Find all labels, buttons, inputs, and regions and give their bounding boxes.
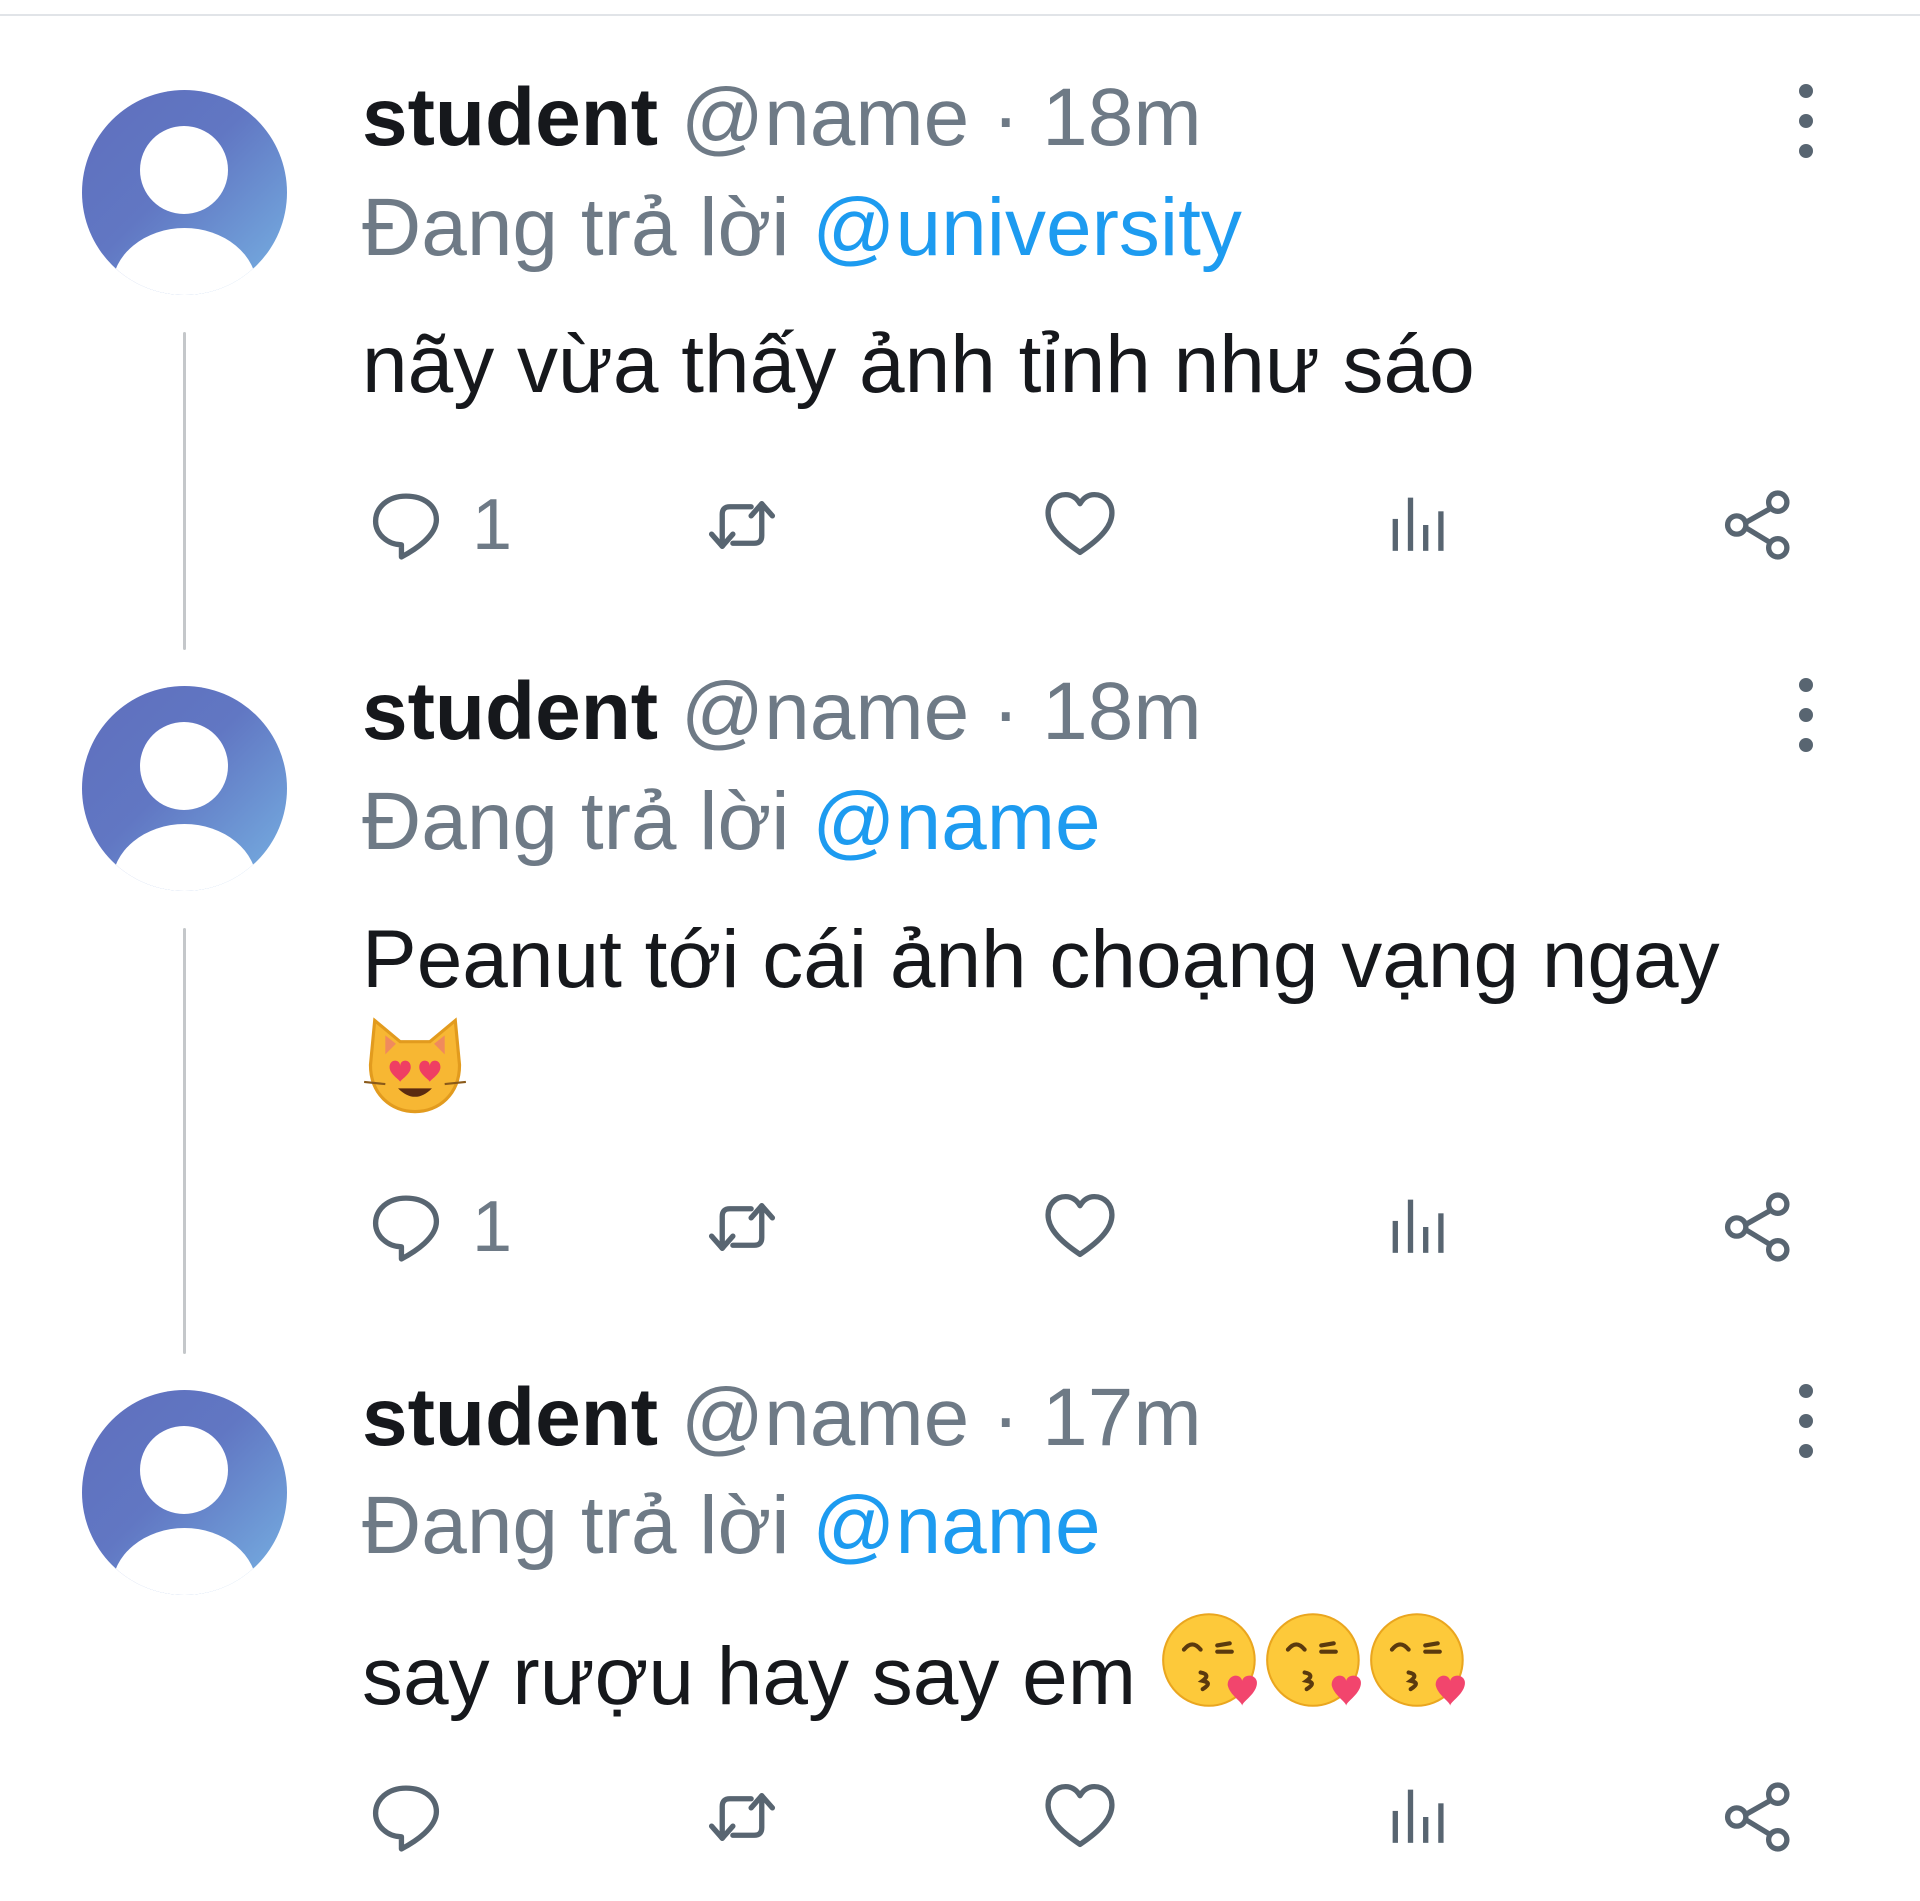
timestamp[interactable]: 18m xyxy=(1042,72,1202,163)
separator: · xyxy=(992,1372,1020,1463)
views-icon xyxy=(1382,1189,1458,1265)
default-avatar-icon[interactable] xyxy=(82,90,287,295)
like-button[interactable] xyxy=(1042,480,1118,570)
handle[interactable]: @name xyxy=(681,72,969,163)
views-button[interactable] xyxy=(1382,480,1458,570)
share-button[interactable] xyxy=(1720,480,1796,570)
views-button[interactable] xyxy=(1382,1182,1458,1272)
tweet-header: student @name · 17m xyxy=(362,1368,1202,1468)
retweet-icon xyxy=(700,1189,784,1265)
thread-line xyxy=(183,332,186,650)
default-avatar-icon[interactable] xyxy=(82,686,287,891)
replying-label: Đang trả lời xyxy=(362,1480,790,1571)
mention-link[interactable]: @name xyxy=(812,776,1100,867)
replying-to: Đang trả lời @name xyxy=(362,772,1101,872)
kiss-emoji xyxy=(1367,1608,1471,1712)
retweet-button[interactable] xyxy=(700,1182,784,1272)
heart-icon xyxy=(1042,1779,1118,1855)
handle[interactable]: @name xyxy=(681,1372,969,1463)
tweet-text-content: say rượu hay say em xyxy=(362,1631,1137,1722)
tweet-text-content: nãy vừa thấy ảnh tỉnh như sáo xyxy=(362,319,1475,410)
reply-button[interactable]: 1 xyxy=(368,1182,512,1272)
tweet-text: say rượu hay say em xyxy=(362,1608,1782,1729)
retweet-button[interactable] xyxy=(700,480,784,570)
display-name[interactable]: student xyxy=(362,666,658,757)
kiss-emoji xyxy=(1263,1608,1367,1712)
more-vertical-icon[interactable] xyxy=(1790,678,1822,778)
reply-button[interactable]: 1 xyxy=(368,480,512,570)
timestamp[interactable]: 17m xyxy=(1042,1372,1202,1463)
reply-count: 1 xyxy=(472,485,513,565)
separator: · xyxy=(992,72,1020,163)
share-button[interactable] xyxy=(1720,1772,1796,1862)
heart-eyes-cat-emoji xyxy=(362,1012,468,1118)
tweet-3[interactable]: student @name · 17m Đang trả lời @name s… xyxy=(0,1340,1920,1901)
display-name[interactable]: student xyxy=(362,72,658,163)
replying-label: Đang trả lời xyxy=(362,776,790,867)
tweet-1[interactable]: student @name · 18m Đang trả lời @univer… xyxy=(0,0,1920,650)
tweet-text: nãy vừa thấy ảnh tỉnh như sáo xyxy=(362,313,1782,417)
heart-icon xyxy=(1042,1189,1118,1265)
display-name[interactable]: student xyxy=(362,1372,658,1463)
replying-to: Đang trả lời @university xyxy=(362,178,1242,278)
views-icon xyxy=(1382,487,1458,563)
replying-label: Đang trả lời xyxy=(362,182,790,273)
tweet-header: student @name · 18m xyxy=(362,68,1202,168)
retweet-button[interactable] xyxy=(700,1772,784,1862)
like-button[interactable] xyxy=(1042,1772,1118,1862)
heart-icon xyxy=(1042,487,1118,563)
like-button[interactable] xyxy=(1042,1182,1118,1272)
thread-line xyxy=(183,928,186,1354)
tweet-text: Peanut tới cái ảnh choạng vạng ngay xyxy=(362,908,1782,1135)
retweet-icon xyxy=(700,487,784,563)
tweet-text-content: Peanut tới cái ảnh choạng vạng ngay xyxy=(362,914,1720,1005)
share-icon xyxy=(1720,487,1796,563)
reply-count: 1 xyxy=(472,1187,513,1267)
more-vertical-icon[interactable] xyxy=(1790,84,1822,184)
views-button[interactable] xyxy=(1382,1772,1458,1862)
reply-icon xyxy=(368,1189,444,1265)
mention-link[interactable]: @university xyxy=(812,182,1242,273)
handle[interactable]: @name xyxy=(681,666,969,757)
mention-link[interactable]: @name xyxy=(812,1480,1100,1571)
reply-icon xyxy=(368,1779,444,1855)
share-icon xyxy=(1720,1779,1796,1855)
timestamp[interactable]: 18m xyxy=(1042,666,1202,757)
tweet-header: student @name · 18m xyxy=(362,662,1202,762)
kiss-emoji xyxy=(1159,1608,1263,1712)
separator: · xyxy=(992,666,1020,757)
share-icon xyxy=(1720,1189,1796,1265)
replying-to: Đang trả lời @name xyxy=(362,1476,1101,1576)
tweet-2[interactable]: student @name · 18m Đang trả lời @name P… xyxy=(0,640,1920,1354)
share-button[interactable] xyxy=(1720,1182,1796,1272)
default-avatar-icon[interactable] xyxy=(82,1390,287,1595)
reply-button[interactable] xyxy=(368,1772,472,1862)
retweet-icon xyxy=(700,1779,784,1855)
more-vertical-icon[interactable] xyxy=(1790,1384,1822,1484)
views-icon xyxy=(1382,1779,1458,1855)
reply-icon xyxy=(368,487,444,563)
